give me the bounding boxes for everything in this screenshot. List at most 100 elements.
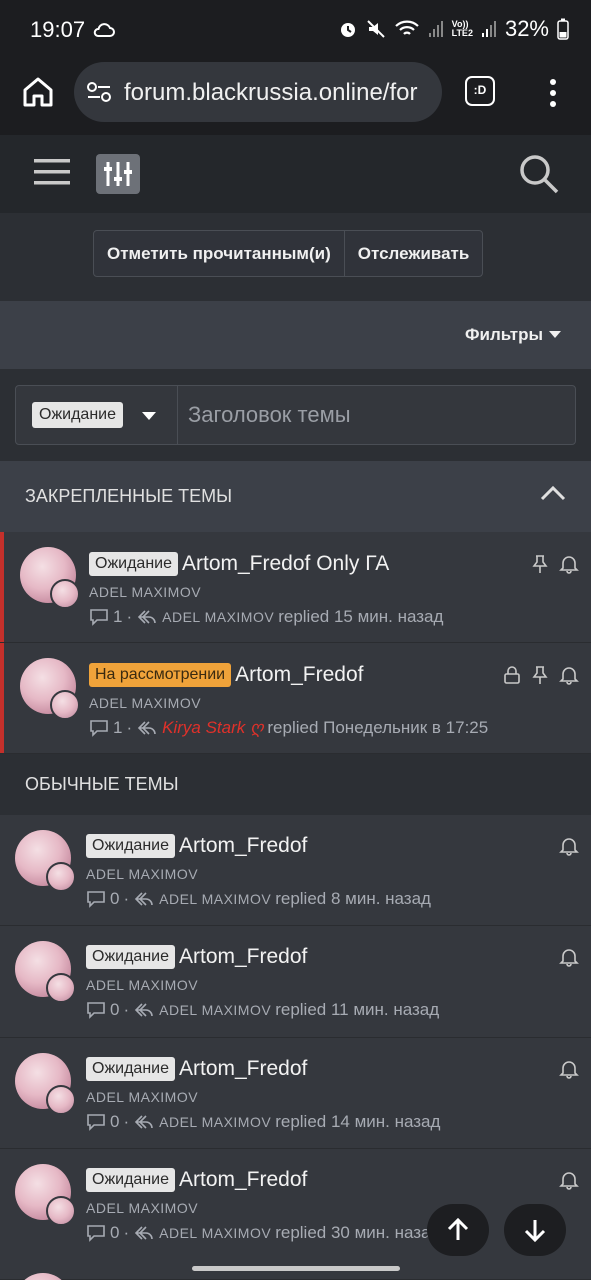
- bell-icon[interactable]: [559, 1170, 579, 1190]
- thread-meta: 1 · ADEL MAXIMOV replied 15 мин. назад: [89, 607, 443, 627]
- thread-author[interactable]: ADEL MAXIMOV: [86, 977, 198, 993]
- thread-author[interactable]: ADEL MAXIMOV: [89, 695, 201, 711]
- thread-status-icons: [559, 1059, 579, 1079]
- lte-label: Vo)) LTE2: [451, 19, 473, 38]
- watch-button[interactable]: Отслеживать: [343, 231, 483, 276]
- browser-toolbar: forum.blackrussia.online/for :D: [0, 60, 591, 135]
- thread-title[interactable]: Ожидание Artom_Fredof: [86, 834, 307, 858]
- mark-read-button[interactable]: Отметить прочитанным(и): [94, 231, 344, 276]
- reply-count: 0: [110, 1223, 120, 1242]
- gesture-nav-bar[interactable]: [192, 1266, 400, 1271]
- thread-author[interactable]: ADEL MAXIMOV: [86, 1089, 198, 1105]
- thread-meta: 1 · Kirya Stark ღ replied Понедельник в …: [89, 718, 488, 738]
- alarm-icon: [340, 23, 355, 37]
- bell-icon[interactable]: [559, 665, 579, 685]
- last-action[interactable]: replied 8 мин. назад: [275, 889, 431, 909]
- site-settings-icon[interactable]: [86, 80, 112, 104]
- last-action[interactable]: replied 30 мин. наза: [275, 1223, 430, 1243]
- bell-icon[interactable]: [559, 554, 579, 574]
- thread-title-text: Artom_Fredof Only ГА: [182, 552, 390, 575]
- thread-title[interactable]: Ожидание Artom_Fredof: [86, 945, 307, 969]
- thread-title-text: Artom_Fredof: [179, 1168, 308, 1191]
- thread-author[interactable]: ADEL MAXIMOV: [86, 1200, 198, 1216]
- thread-row[interactable]: Ожидание Artom_Fredof ADEL MAXIMOV 0 · ADE…: [0, 926, 591, 1038]
- last-poster-avatar[interactable]: [50, 579, 80, 609]
- thread-title-text: Artom_Fredof: [179, 1057, 308, 1080]
- reply-count: 1: [113, 718, 123, 737]
- prefix-tag: Ожидание: [86, 1168, 175, 1192]
- last-action[interactable]: replied Понедельник в 17:25: [267, 718, 488, 738]
- avatar[interactable]: [15, 1273, 71, 1280]
- last-poster[interactable]: ADEL MAXIMOV: [159, 1225, 271, 1241]
- thread-actions: Отметить прочитанным(и) Отслеживать: [0, 213, 591, 301]
- last-action[interactable]: replied 15 мин. назад: [278, 607, 443, 627]
- reply-arrow-icon: [135, 1226, 153, 1240]
- menu-icon[interactable]: [34, 157, 70, 187]
- reply-count-icon: [87, 891, 105, 908]
- reply-count: 0: [110, 1112, 120, 1131]
- search-icon[interactable]: [518, 153, 560, 195]
- last-poster[interactable]: ADEL MAXIMOV: [159, 1002, 271, 1018]
- thread-title-text: Artom_Fredof: [179, 945, 308, 968]
- last-poster-avatar[interactable]: [46, 1085, 76, 1115]
- thread-title[interactable]: Ожидание Artom_Fredof Only ГА: [89, 552, 389, 576]
- last-poster[interactable]: ADEL MAXIMOV: [162, 609, 274, 625]
- thread-author[interactable]: ADEL MAXIMOV: [89, 584, 201, 600]
- reply-arrow-icon: [135, 1115, 153, 1129]
- thread-status-icons: [503, 665, 579, 685]
- last-poster[interactable]: Kirya Stark ღ: [162, 718, 263, 738]
- thread-meta: 0 · ADEL MAXIMOV replied 8 мин. назад: [86, 889, 431, 909]
- thread-title[interactable]: Ожидание Artom_Fredof: [86, 1057, 307, 1081]
- sliders-icon[interactable]: [96, 154, 140, 194]
- last-poster-avatar[interactable]: [46, 862, 76, 892]
- reply-count-icon: [87, 1225, 105, 1242]
- last-action[interactable]: replied 14 мин. назад: [275, 1112, 440, 1132]
- address-bar[interactable]: forum.blackrussia.online/for: [74, 62, 442, 122]
- thread-status-icons: [559, 1170, 579, 1190]
- thread-title-text: Artom_Fredof: [179, 834, 308, 857]
- scroll-bottom-button[interactable]: [504, 1204, 566, 1256]
- wifi-icon: [394, 20, 419, 35]
- pinned-section-header[interactable]: ЗАКРЕПЛЕННЫЕ ТЕМЫ: [0, 461, 591, 532]
- lock-icon: [504, 666, 520, 684]
- chevron-up-icon[interactable]: [540, 485, 566, 501]
- signal-icon-1: [428, 21, 443, 37]
- thread-status-icons: [531, 554, 579, 574]
- last-action[interactable]: replied 11 мин. назад: [275, 1000, 439, 1020]
- last-poster[interactable]: ADEL MAXIMOV: [159, 1114, 271, 1130]
- thread-title[interactable]: Ожидание Artom_Fredof: [86, 1168, 307, 1192]
- last-poster[interactable]: ADEL MAXIMOV: [159, 891, 271, 907]
- prefix-tag: На рассмотрении: [89, 663, 232, 687]
- thread-title[interactable]: На рассмотрении Artom_Fredof: [89, 663, 363, 687]
- arrow-up-icon: [447, 1217, 469, 1240]
- filters-label: Фильтры: [465, 325, 543, 344]
- filters-dropdown[interactable]: Фильтры: [465, 325, 561, 345]
- tab-switcher-button[interactable]: :D: [465, 76, 495, 106]
- thread-row[interactable]: Ожидание Artom_Fredof ADEL MAXIMOV 0 · ADE…: [0, 1149, 591, 1280]
- caret-down-icon: [549, 331, 561, 338]
- bell-icon[interactable]: [559, 836, 579, 856]
- last-poster-avatar[interactable]: [46, 1196, 76, 1226]
- section-title: ЗАКРЕПЛЕННЫЕ ТЕМЫ: [25, 486, 232, 506]
- prefix-select[interactable]: Ожидание: [16, 386, 178, 444]
- last-poster-avatar[interactable]: [50, 690, 80, 720]
- url-text: forum.blackrussia.online/for: [124, 79, 418, 106]
- thread-row[interactable]: Ожидание Artom_Fredof ADEL MAXIMOV 0 · ADE…: [0, 1038, 591, 1149]
- status-time: 19:07: [30, 17, 86, 42]
- pinned-thread-row[interactable]: На рассмотрении Artom_Fredof ADEL MAXIMOV…: [0, 643, 591, 754]
- prefix-tag: Ожидание: [86, 1057, 175, 1081]
- thread-meta: 0 · ADEL MAXIMOV replied 14 мин. назад: [86, 1112, 440, 1132]
- thread-status-icons: [559, 836, 579, 856]
- thread-title-input[interactable]: [188, 386, 568, 444]
- more-vert-icon[interactable]: [543, 78, 563, 108]
- thread-author[interactable]: ADEL MAXIMOV: [86, 866, 198, 882]
- scroll-top-button[interactable]: [427, 1204, 489, 1256]
- bell-icon[interactable]: [559, 947, 579, 967]
- home-icon[interactable]: [20, 74, 56, 110]
- thread-meta: 0 · ADEL MAXIMOV replied 30 мин. наза: [86, 1223, 431, 1243]
- thread-row[interactable]: Ожидание Artom_Fredof ADEL MAXIMOV 0 · ADE…: [0, 815, 591, 926]
- pin-icon: [532, 666, 548, 684]
- pinned-thread-row[interactable]: Ожидание Artom_Fredof Only ГА ADEL MAXIMO…: [0, 532, 591, 643]
- bell-icon[interactable]: [559, 1059, 579, 1079]
- last-poster-avatar[interactable]: [46, 973, 76, 1003]
